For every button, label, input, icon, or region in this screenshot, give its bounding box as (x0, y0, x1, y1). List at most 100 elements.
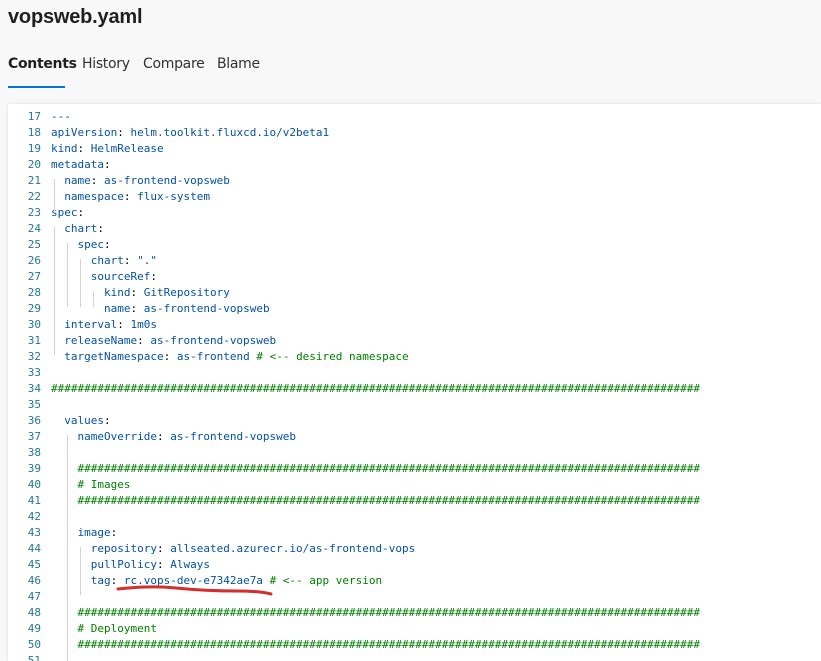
tab-blame[interactable]: Blame (217, 56, 260, 72)
yaml-key: sourceRef (51, 270, 151, 283)
yaml-key: values (51, 414, 104, 427)
code-text: spec: (51, 206, 85, 219)
code-text: # Images (51, 477, 130, 493)
code-text: name: as-frontend-vopsweb (51, 302, 270, 315)
yaml-value: as-frontend-vopsweb (150, 334, 277, 347)
line-number: 22 (27, 190, 41, 203)
line-number: 40 (27, 478, 41, 491)
code-line: 43 image: (8, 525, 821, 541)
code-text: --- (51, 109, 71, 125)
line-number: 46 (27, 574, 41, 587)
code-line: 30 interval: 1m0s (8, 317, 821, 333)
code-line: 34 ######################################… (8, 381, 821, 397)
code-line: 24 chart: (8, 221, 821, 237)
yaml-value: --- (51, 110, 71, 123)
line-number: 44 (27, 542, 41, 555)
code-text: ########################################… (51, 493, 700, 509)
code-editor[interactable]: 1617---18apiVersion: helm.toolkit.fluxcd… (8, 104, 821, 661)
code-line: 22 namespace: flux-system (8, 189, 821, 205)
line-number: 26 (27, 254, 41, 267)
yaml-key: interval (51, 318, 118, 331)
code-line: 49 # Deployment (8, 621, 821, 637)
code-line: 38 (8, 445, 821, 461)
code-line: 41 #####################################… (8, 493, 821, 509)
line-number: 48 (27, 606, 41, 619)
code-line: 31 releaseName: as-frontend-vopsweb (8, 333, 821, 349)
code-line: 18 apiVersion: helm.toolkit.fluxcd.io/v2b… (8, 125, 821, 141)
yaml-value: flux-system (137, 190, 210, 203)
code-text: ########################################… (51, 461, 700, 477)
indent-guide (80, 259, 81, 307)
code-text: pullPolicy: Always (51, 558, 210, 571)
active-tab-indicator (8, 86, 65, 88)
code-line: 45 pullPolicy: Always (8, 557, 821, 573)
line-number: 20 (27, 158, 41, 171)
line-number: 50 (27, 638, 41, 651)
yaml-value: allseated.azurecr.io/as-frontend-vops (170, 542, 416, 555)
yaml-value: Always (170, 558, 210, 571)
line-number: 45 (27, 558, 41, 571)
yaml-key: targetNamespace (51, 350, 164, 363)
yaml-key: releaseName (51, 334, 138, 347)
yaml-value: HelmRelease (90, 142, 164, 155)
code-text: metadata: (51, 158, 111, 171)
yaml-key: kind (51, 142, 78, 155)
code-text: image: (51, 526, 118, 539)
indent-guide (54, 227, 55, 355)
code-text: kind: GitRepository (51, 286, 230, 299)
line-number: 38 (27, 446, 41, 459)
tab-history[interactable]: History (82, 56, 130, 72)
code-line: 35 (8, 397, 821, 413)
line-number: 19 (27, 142, 41, 155)
code-line: 29 name: as-frontend-vopsweb (8, 301, 821, 317)
line-number: 31 (27, 334, 41, 347)
code-line: 26 chart: "." (8, 253, 821, 269)
annotation-underline (116, 585, 273, 596)
tab-contents[interactable]: Contents (8, 56, 77, 72)
code-line: 21 name: as-frontend-vopsweb (8, 173, 821, 189)
yaml-key: name (51, 302, 131, 315)
yaml-comment: ########################################… (51, 382, 701, 395)
line-number: 21 (27, 174, 41, 187)
code-text: apiVersion: helm.toolkit.fluxcd.io/v2bet… (51, 126, 330, 139)
code-line: 48 #####################################… (8, 605, 821, 621)
code-line: 32 targetNamespace: as-frontend # <-- de… (8, 349, 821, 365)
code-line: 42 (8, 509, 821, 525)
yaml-key: name (51, 174, 91, 187)
yaml-key: spec (51, 238, 104, 251)
indent-guide (93, 291, 94, 307)
code-text: releaseName: as-frontend-vopsweb (51, 334, 277, 347)
code-text: ########################################… (51, 381, 700, 397)
line-number: 36 (27, 414, 41, 427)
tab-compare[interactable]: Compare (143, 56, 205, 72)
line-number: 43 (27, 526, 41, 539)
code-text: interval: 1m0s (51, 318, 157, 331)
line-number: 17 (27, 110, 41, 123)
line-number: 25 (27, 238, 41, 251)
yaml-comment: ########################################… (51, 494, 701, 507)
code-text: name: as-frontend-vopsweb (51, 174, 230, 187)
code-text: ########################################… (51, 637, 700, 653)
code-line: 44 repository: allseated.azurecr.io/as-f… (8, 541, 821, 557)
code-line: 17 --- (8, 109, 821, 125)
line-number: 24 (27, 222, 41, 235)
yaml-value: as-frontend-vopsweb (143, 302, 270, 315)
code-line: 25 spec: (8, 237, 821, 253)
line-number: 30 (27, 318, 41, 331)
yaml-value: as-frontend-vopsweb (170, 430, 297, 443)
yaml-key: chart (51, 254, 124, 267)
line-number: 32 (27, 350, 41, 363)
code-line: 23 spec: (8, 205, 821, 221)
yaml-comment: # Images (51, 478, 131, 491)
yaml-value: 1m0s (130, 318, 157, 331)
yaml-comment: ########################################… (51, 638, 701, 651)
code-line: 36 values: (8, 413, 821, 429)
code-text: kind: HelmRelease (51, 142, 164, 155)
code-line: 50 #####################################… (8, 637, 821, 653)
yaml-key: namespace (51, 190, 124, 203)
yaml-key: image (51, 526, 111, 539)
line-number: 34 (27, 382, 41, 395)
indent-guide (67, 435, 68, 661)
code-line: 28 kind: GitRepository (8, 285, 821, 301)
line-number: 29 (27, 302, 41, 315)
